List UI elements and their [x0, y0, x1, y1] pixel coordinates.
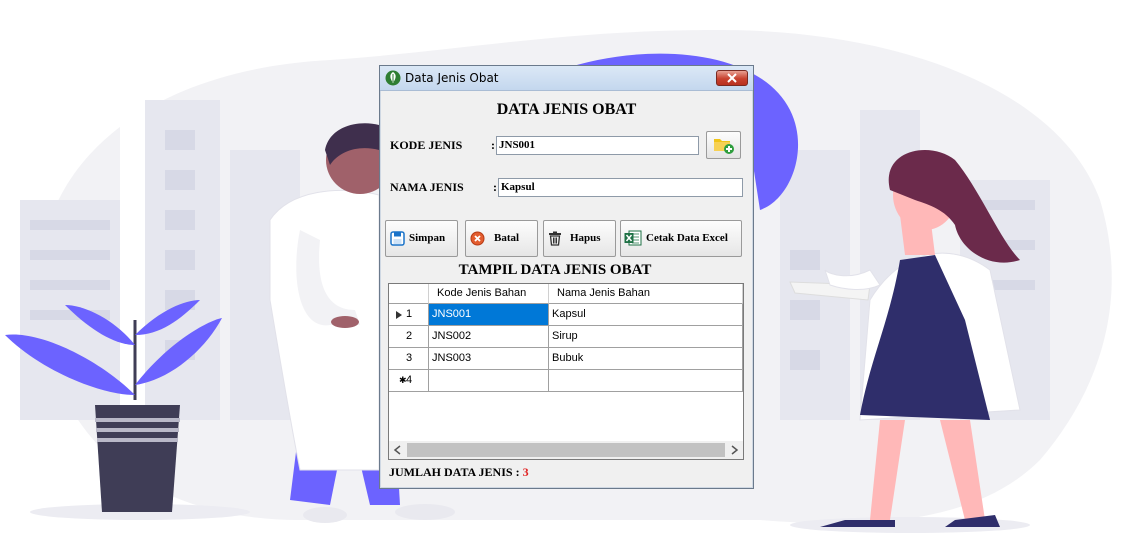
row-header-corner: [389, 284, 429, 304]
column-header-kode[interactable]: Kode Jenis Bahan: [429, 284, 549, 304]
row-number: 4: [406, 374, 413, 386]
jumlah-count: 3: [522, 465, 529, 479]
browse-button[interactable]: [706, 131, 741, 159]
new-row-cell-nama[interactable]: [549, 370, 743, 392]
new-row-cell-kode[interactable]: [429, 370, 549, 392]
row-number: 2: [406, 330, 413, 342]
table-cell-nama[interactable]: Kapsul: [549, 304, 743, 326]
current-row-arrow-icon: [396, 311, 402, 319]
scroll-right-icon[interactable]: [729, 445, 739, 455]
cetak-data-excel-label: Cetak Data Excel: [646, 232, 728, 244]
kode-jenis-field[interactable]: JNS001: [496, 136, 699, 155]
batal-label: Batal: [494, 232, 520, 244]
jumlah-label: JUMLAH DATA JENIS :: [389, 465, 523, 479]
table-cell-kode[interactable]: JNS003: [429, 348, 549, 370]
table-cell-nama[interactable]: Bubuk: [549, 348, 743, 370]
kode-jenis-label: KODE JENIS: [390, 138, 463, 152]
white-strip: [120, 30, 145, 430]
window-title: Data Jenis Obat: [405, 71, 499, 85]
table-title: TAMPIL DATA JENIS OBAT: [458, 262, 652, 278]
batal-button[interactable]: Batal: [465, 220, 538, 257]
close-icon: [727, 73, 737, 83]
app-leaf-icon: [385, 70, 401, 86]
table-cell-kode[interactable]: JNS001: [429, 304, 549, 326]
row-number: 3: [406, 352, 413, 364]
nama-jenis-label: NAMA JENIS: [390, 180, 464, 194]
kode-jenis-colon: :: [491, 138, 495, 152]
cetak-data-excel-button[interactable]: Cetak Data Excel: [620, 220, 742, 257]
table-cell-kode[interactable]: JNS002: [429, 326, 549, 348]
excel-icon: [624, 230, 642, 246]
column-header-nama[interactable]: Nama Jenis Bahan: [549, 284, 743, 304]
folder-add-icon: [714, 139, 734, 154]
title-bar[interactable]: Data Jenis Obat: [380, 66, 753, 91]
horizontal-scrollbar[interactable]: [389, 441, 743, 459]
row-number: 1: [406, 308, 413, 320]
simpan-label: Simpan: [409, 232, 446, 244]
simpan-button[interactable]: Simpan: [385, 220, 458, 257]
save-icon: [390, 231, 405, 246]
row-header[interactable]: 3: [389, 348, 429, 370]
nama-jenis-colon: :: [493, 180, 497, 194]
trash-icon: [549, 231, 561, 246]
scroll-left-icon[interactable]: [393, 445, 403, 455]
jenis-obat-data-grid[interactable]: Kode Jenis Bahan Nama Jenis Bahan 1 JNS0…: [388, 283, 744, 460]
page-title: DATA JENIS OBAT: [496, 101, 637, 118]
row-header[interactable]: 2: [389, 326, 429, 348]
hapus-label: Hapus: [570, 232, 601, 244]
hapus-button[interactable]: Hapus: [543, 220, 616, 257]
jumlah-data-jenis: JUMLAH DATA JENIS : 3: [389, 465, 529, 480]
row-header[interactable]: 1: [389, 304, 429, 326]
nama-jenis-field[interactable]: Kapsul: [498, 178, 743, 197]
scrollbar-thumb[interactable]: [407, 443, 725, 457]
table-cell-nama[interactable]: Sirup: [549, 326, 743, 348]
data-jenis-obat-window: Data Jenis Obat DATA JENIS OBAT KODE JEN…: [379, 65, 754, 489]
cancel-icon: [470, 231, 485, 246]
close-button[interactable]: [716, 70, 748, 86]
new-row-header[interactable]: ✱ 4: [389, 370, 429, 392]
